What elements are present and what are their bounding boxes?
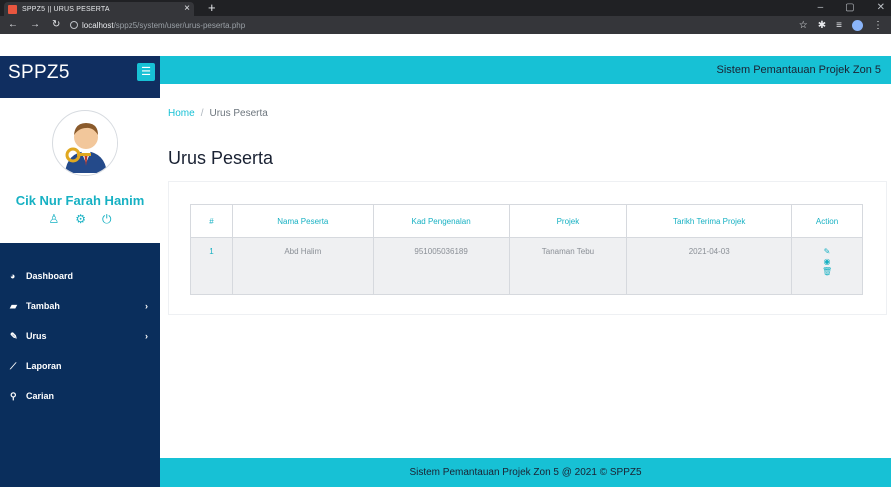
minimize-icon[interactable]: – — [818, 0, 824, 16]
column-header: Action — [791, 204, 863, 238]
cell-tarikh: 2021-04-03 — [626, 237, 793, 295]
browser-tab-title: SPPZ5 || URUS PESERTA — [22, 5, 110, 13]
content-card: # Nama Peserta Kad Pengenalan Projek Tar… — [168, 181, 887, 315]
breadcrumb-home-link[interactable]: Home — [168, 108, 195, 119]
column-header: Projek — [508, 204, 628, 238]
more-menu-icon[interactable]: ⋮ — [873, 20, 883, 31]
table-row: 1 Abd Halim 951005036189 Tanaman Tebu 20… — [190, 237, 863, 295]
browser-toolbar: ← → ↻ localhost /sppz5/system/user/urus-… — [0, 16, 891, 34]
close-window-icon[interactable]: ✕ — [877, 0, 885, 16]
breadcrumb-separator: / — [200, 108, 204, 119]
user-name: Cik Nur Farah Hanim — [15, 193, 145, 208]
sidebar-item-label: Dashboard — [26, 271, 74, 281]
profile-avatar-icon[interactable] — [852, 19, 863, 31]
chevron-right-icon: › — [145, 331, 148, 341]
sidebar-item-label: Urus — [26, 331, 47, 341]
sidebar-item-tambah[interactable]: ▰ Tambah › — [0, 291, 160, 321]
footer: Sistem Pemantauan Projek Zon 5 @ 2021 © … — [160, 458, 891, 487]
extension-icon[interactable]: ✱ — [818, 20, 826, 31]
sidebar-item-label: Laporan — [26, 361, 62, 371]
cell-projek: Tanaman Tebu — [508, 237, 628, 295]
sidebar-item-laporan[interactable]: ⟋ Laporan — [0, 351, 160, 381]
brand-bar: SPPZ5 ☰ — [0, 56, 160, 98]
view-icon[interactable]: ◉ — [824, 257, 831, 266]
chart-line-icon: ⟋ — [10, 360, 17, 371]
breadcrumb: Home / Urus Peserta — [168, 108, 268, 119]
settings-icon[interactable]: ⚙ — [75, 212, 86, 227]
back-icon[interactable]: ← — [8, 16, 18, 34]
reload-icon[interactable]: ↻ — [52, 16, 60, 34]
header-title: Sistem Pemantauan Projek Zon 5 — [716, 64, 881, 76]
breadcrumb-current: Urus Peserta — [209, 108, 268, 119]
peserta-table: # Nama Peserta Kad Pengenalan Projek Tar… — [190, 204, 863, 295]
playlist-icon[interactable]: ≡ — [836, 20, 842, 31]
sidebar-item-urus[interactable]: ✎ Urus › — [0, 321, 160, 351]
sidebar-toggle-button[interactable]: ☰ — [137, 63, 155, 81]
power-icon[interactable]: ⏻ — [102, 212, 112, 227]
forward-icon[interactable]: → — [30, 16, 40, 34]
edit-icon: ✎ — [10, 330, 18, 341]
cell-nama-peserta: Abd Halim — [231, 237, 374, 295]
sidebar-item-label: Tambah — [26, 301, 60, 311]
site-info-icon[interactable] — [70, 21, 78, 29]
url-path: /sppz5/system/user/urus-peserta.php — [113, 20, 246, 30]
user-profile-panel: Cik Nur Farah Hanim ♙ ⚙ ⏻ — [0, 98, 160, 243]
column-header: Nama Peserta — [231, 204, 374, 238]
column-header: # — [190, 204, 233, 238]
new-tab-icon[interactable]: + — [208, 0, 216, 16]
address-bar[interactable]: localhost /sppz5/system/user/urus-pesert… — [70, 18, 799, 32]
sidebar-item-carian[interactable]: ⚲ Carian — [0, 381, 160, 411]
star-icon[interactable]: ☆ — [799, 20, 808, 31]
column-header: Kad Pengenalan — [372, 204, 510, 238]
cell-actions: ✎ ◉ 🗑 — [791, 237, 863, 295]
search-icon: ⚲ — [10, 390, 17, 401]
page-title: Urus Peserta — [168, 148, 274, 168]
column-header: Tarikh Terima Projek — [626, 204, 793, 238]
row-number: 1 — [190, 237, 233, 295]
url-host: localhost — [82, 20, 114, 30]
user-profile-icon[interactable]: ♙ — [48, 212, 59, 227]
sidebar-item-dashboard[interactable]: ◕ Dashboard — [0, 261, 160, 291]
sidebar-menu: ◕ Dashboard ▰ Tambah › ✎ Urus › ⟋ Lapora… — [0, 261, 160, 411]
browser-tab-bar: SPPZ5 || URUS PESERTA × + – ▢ ✕ — [0, 0, 891, 16]
sidebar-item-label: Carian — [26, 391, 55, 401]
close-tab-icon[interactable]: × — [184, 4, 190, 14]
maximize-icon[interactable]: ▢ — [845, 0, 854, 16]
cell-kad-pengenalan: 951005036189 — [372, 237, 510, 295]
browser-tab[interactable]: SPPZ5 || URUS PESERTA × — [4, 2, 194, 16]
window-controls: – ▢ ✕ — [818, 0, 891, 16]
edit-icon[interactable]: ✎ — [824, 247, 831, 256]
avatar — [52, 110, 118, 176]
sidebar: SPPZ5 ☰ Cik Nur Farah Hanim ♙ ⚙ ⏻ ◕ Dash… — [0, 56, 160, 487]
favicon-icon — [8, 4, 17, 14]
chevron-right-icon: › — [145, 301, 148, 311]
table-header-row: # Nama Peserta Kad Pengenalan Projek Tar… — [190, 204, 863, 238]
trash-icon[interactable]: 🗑 — [822, 267, 832, 276]
dashboard-icon: ◕ — [10, 271, 16, 281]
brand-logo-text[interactable]: SPPZ5 — [8, 62, 70, 84]
book-icon: ▰ — [10, 300, 17, 311]
